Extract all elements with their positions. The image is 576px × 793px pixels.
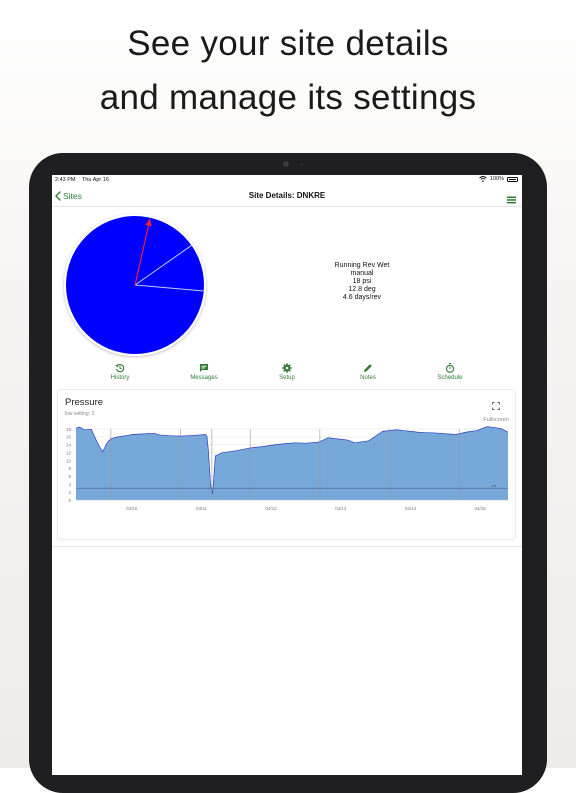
status-bar: 2:43 PM Thu Apr 16 100% [52,175,522,185]
status-time: 2:43 PM [55,177,76,183]
y-tick-label: 8 [68,466,71,471]
x-tick-label: 04/12 [265,506,277,511]
fullscreen-label: Fullscreen [483,417,509,423]
status-mode: Running Rev Wet [334,262,390,269]
low-setting-label: low setting: 3 [65,411,95,417]
x-tick-label: 04/10 [126,506,138,511]
hamburger-icon [507,196,516,204]
gear-icon [282,363,292,373]
battery-percent: 100% [489,176,504,182]
card-title: Pressure [65,397,104,408]
wifi-icon [479,176,487,182]
tab-setup[interactable]: Setup [257,363,317,381]
pressure-chart: 0 2 4 6 8 10 12 14 16 18 04/10 04/11 04/12 04/13 04/14… [66,426,509,511]
message-icon [200,364,208,372]
status-date: Thu Apr 16 [82,177,109,183]
y-tick-label: 6 [68,474,71,479]
sensor-dot [300,163,303,166]
site-status-info: Running Rev Wet manual 18 psi 12.8 deg 4… [292,262,432,302]
position-pie [62,212,208,358]
pressure-area [76,426,508,500]
tab-schedule-label: Schedule [437,375,463,381]
fullscreen-button[interactable]: Fullscreen [479,397,513,423]
y-tick-label: 4 [68,482,71,487]
y-tick-label: 12 [66,450,72,455]
battery-icon [507,176,518,182]
stopwatch-icon [445,363,455,373]
headline-line-1: See your site details [127,24,449,63]
pressure-card: Pressure low setting: 3 Fullscreen 0 2 4 6 8… [58,390,515,539]
divider [52,546,522,547]
status-control: manual [350,270,374,277]
menu-button[interactable] [507,191,516,209]
expand-icon [492,402,500,410]
y-tick-label: 0 [68,498,71,503]
tab-notes-label: Notes [360,375,376,381]
status-pressure: 18 psi [352,278,372,285]
navigation-bar: Sites Site Details: DNKRE [52,185,522,207]
y-tick-label: 18 [66,427,72,432]
status-rev-rate: 4.6 days/rev [342,294,382,301]
x-tick-label: 04/14 [405,506,417,511]
tab-messages-label: Messages [190,375,218,381]
tab-notes[interactable]: Notes [338,363,398,381]
app-screen: 2:43 PM Thu Apr 16 100% Sites Site Detai… [52,175,522,775]
x-tick-label: 04/15 [474,506,486,511]
x-tick-label: 04/13 [335,506,347,511]
history-icon [115,364,125,373]
site-tabs: History Messages Setup Notes Schedule [52,363,522,387]
y-tick-label: 16 [66,435,72,440]
y-tick-label: 10 [66,458,72,463]
x-tick-label: 04/11 [196,506,207,511]
page-title: Site Details: DNKRE [248,191,326,200]
tab-setup-label: Setup [279,375,295,381]
headline-line-2: and manage its settings [99,78,477,117]
status-angle: 12.8 deg [348,286,376,293]
tab-schedule[interactable]: Schedule [420,363,480,381]
tab-history-label: History [110,375,130,381]
camera-icon [283,161,289,167]
position-pie-chart [64,214,206,356]
tab-messages[interactable]: Messages [174,363,234,381]
pencil-icon [364,364,372,372]
low-setting-tag: Lo [492,484,496,488]
tab-history[interactable]: History [90,363,150,381]
y-tick-label: 14 [66,443,72,448]
y-tick-label: 2 [68,490,71,495]
